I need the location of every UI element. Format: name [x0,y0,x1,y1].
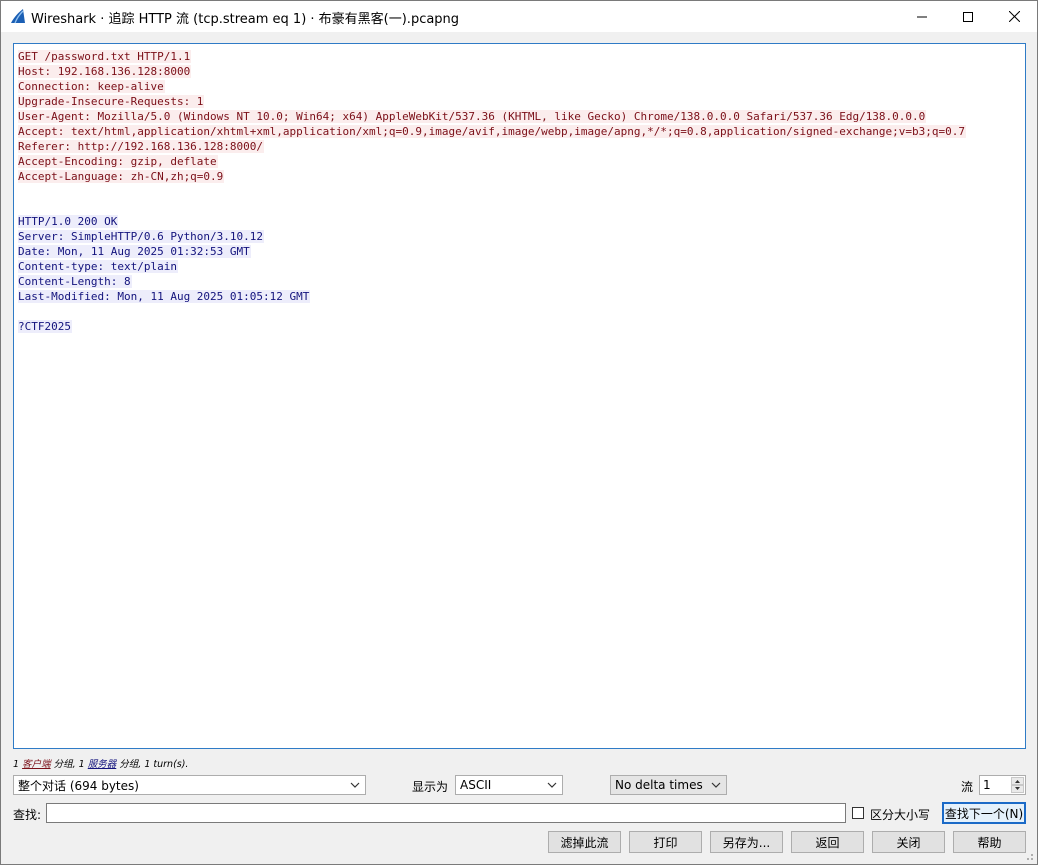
title-bar: Wireshark · 追踪 HTTP 流 (tcp.stream eq 1) … [1,1,1037,32]
chevron-down-icon [711,782,721,788]
stream-label: 流 [961,780,974,794]
summary-tail-text: 分组, 1 turn(s). [119,759,189,770]
client-request-line: Upgrade-Insecure-Requests: 1 [18,94,966,109]
server-response-line-text: Content-type: text/plain [18,260,178,273]
server-response-line-text: Server: SimpleHTTP/0.6 Python/3.10.12 [18,230,265,243]
maximize-icon [963,11,973,22]
minimize-button[interactable] [899,1,945,32]
server-response-line: ?CTF2025 [18,319,966,334]
case-sensitive-checkbox[interactable] [852,807,864,819]
filter-out-stream-button[interactable]: 滤掉此流 [548,831,621,853]
follow-stream-window: Wireshark · 追踪 HTTP 流 (tcp.stream eq 1) … [0,0,1038,865]
client-request-line: Host: 192.168.136.128:8000 [18,64,966,79]
client-request-line: Accept: text/html,application/xhtml+xml,… [18,124,967,139]
find-next-button[interactable]: 查找下一个(N) [942,802,1026,824]
client-request-line: Referer: http://192.168.136.128:8000/ [18,139,966,154]
server-response-line-text: Content-Length: 8 [18,275,132,288]
client-request-line-text: Connection: keep-alive [18,80,165,93]
chevron-up-icon [1015,780,1020,783]
packet-summary: 1 客户端 分组, 1 服务器 分组, 1 turn(s). [13,756,188,770]
delta-times-select-value: No delta times [615,778,703,792]
client-request-line-text: GET /password.txt HTTP/1.1 [18,50,192,63]
stream-text: GET /password.txt HTTP/1.1 Host: 192.168.… [18,49,967,334]
client-request-line-text: Accept: text/html,application/xhtml+xml,… [18,125,967,138]
server-response-line: Date: Mon, 11 Aug 2025 01:32:53 GMT [18,244,966,259]
chevron-down-icon [350,782,360,788]
chevron-down-icon [1015,787,1020,790]
window-title: Wireshark · 追踪 HTTP 流 (tcp.stream eq 1) … [31,12,460,27]
server-response-line: Content-Length: 8 [18,274,966,289]
find-input[interactable] [46,803,846,823]
close-window-button[interactable] [991,1,1037,32]
find-label: 查找: [13,808,42,822]
client-packet-count: 1 [13,759,20,770]
server-response-line: Server: SimpleHTTP/0.6 Python/3.10.12 [18,229,966,244]
save-as-button[interactable]: 另存为... [710,831,783,853]
client-request-line: User-Agent: Mozilla/5.0 (Windows NT 10.0… [18,109,966,124]
client-request-line-text: Accept-Language: zh-CN,zh;q=0.9 [18,170,225,183]
server-response-line-text: Last-Modified: Mon, 11 Aug 2025 01:05:12… [18,290,311,303]
server-response-line-text: ?CTF2025 [18,320,72,333]
server-response-line [18,304,966,319]
server-response-line: Last-Modified: Mon, 11 Aug 2025 01:05:12… [18,289,966,304]
client-request-line-text: Referer: http://192.168.136.128:8000/ [18,140,265,153]
show-as-select[interactable]: ASCII [455,775,563,795]
maximize-button[interactable] [945,1,991,32]
client-request-line-text: Host: 192.168.136.128:8000 [18,65,192,78]
print-button[interactable]: 打印 [629,831,702,853]
client-request-line-text: Accept-Encoding: gzip, deflate [18,155,218,168]
stream-number-value: 1 [983,778,991,792]
client-label: 客户端 [22,759,51,770]
help-button[interactable]: 帮助 [953,831,1026,853]
close-icon [1008,11,1020,22]
stream-number-spinbox[interactable]: 1 [979,775,1026,795]
stream-content-view[interactable]: GET /password.txt HTTP/1.1 Host: 192.168.… [13,43,1026,749]
show-as-select-value: ASCII [460,778,492,792]
server-response-line-text: Date: Mon, 11 Aug 2025 01:32:53 GMT [18,245,251,258]
spin-down-button[interactable] [1011,785,1024,793]
server-response-line: Content-type: text/plain [18,259,966,274]
resize-grip-icon[interactable] [1024,851,1034,861]
server-label: 服务器 [87,759,117,770]
wireshark-fin-icon [11,9,25,24]
summary-middle-text: 分组, 1 [53,759,85,770]
client-request-line: Accept-Language: zh-CN,zh;q=0.9 [18,169,966,184]
minimize-icon [917,16,927,17]
client-request-line: GET /password.txt HTTP/1.1 [18,49,966,64]
delta-times-select[interactable]: No delta times [610,775,727,795]
spin-up-button[interactable] [1011,777,1024,785]
back-button[interactable]: 返回 [791,831,864,853]
conversation-select-value: 整个对话 (694 bytes) [18,778,139,793]
conversation-select[interactable]: 整个对话 (694 bytes) [13,775,366,795]
client-request-line-text: Upgrade-Insecure-Requests: 1 [18,95,205,108]
client-request-line-text: User-Agent: Mozilla/5.0 (Windows NT 10.0… [18,110,927,123]
show-as-label: 显示为 [412,780,449,794]
close-button[interactable]: 关闭 [872,831,945,853]
case-sensitive-label: 区分大小写 [870,808,931,822]
server-response-line-text: HTTP/1.0 200 OK [18,215,119,228]
server-response-line: HTTP/1.0 200 OK [18,214,966,229]
client-request-line: Connection: keep-alive [18,79,966,94]
client-request-line: Accept-Encoding: gzip, deflate [18,154,966,169]
chevron-down-icon [547,782,557,788]
